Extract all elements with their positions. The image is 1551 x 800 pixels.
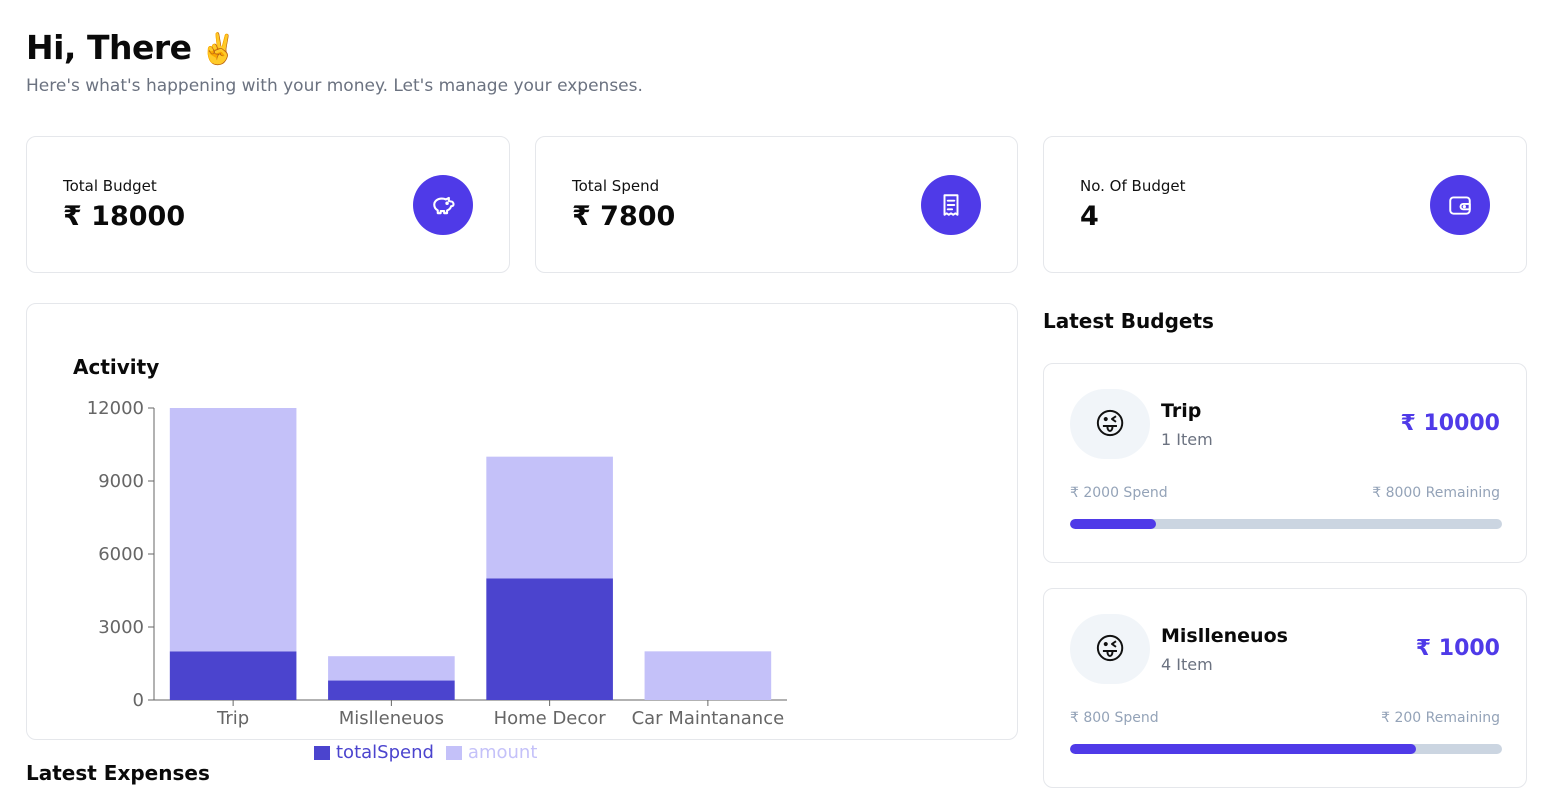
budget-card-trip[interactable]: 😜 Trip 1 Item ₹ 10000 ₹ 2000 Spend ₹ 800…: [1043, 363, 1527, 563]
budget-progress-track: [1070, 744, 1502, 754]
stat-card-number-of-budgets: No. Of Budget 4: [1043, 136, 1527, 273]
bar-amount-0: [169, 408, 297, 652]
bar-amount-2: [486, 456, 613, 579]
stat-label: Total Spend: [572, 177, 660, 195]
bar-amount-3: [644, 651, 772, 700]
legend-label: totalSpend: [336, 742, 434, 763]
victory-hand-icon: ✌️: [199, 32, 237, 67]
bar-totalSpend-0: [169, 651, 297, 700]
legend-swatch: [445, 745, 462, 760]
bar-totalSpend-2: [486, 578, 613, 700]
activity-bar-chart: 0 3000 6000 9000 12000 Trip Mislleneuos Home De…: [87, 398, 787, 729]
activity-card: Activity 0 3000 6000 9000 12000 Trip Mislleneu…: [26, 303, 1018, 740]
page-subtitle: Here's what's happening with your money.…: [26, 76, 643, 96]
latest-budgets-heading: Latest Budgets: [1043, 309, 1214, 333]
stat-card-total-budget: Total Budget ₹ 18000: [26, 136, 510, 273]
legend-swatch: [314, 745, 330, 760]
legend-label: amount: [467, 742, 538, 763]
y-tick-label: 9000: [98, 471, 144, 492]
budget-item-count: 4 Item: [1161, 655, 1213, 674]
bar-totalSpend-1: [328, 680, 455, 700]
x-tick-label: Home Decor: [494, 708, 607, 729]
y-tick-label: 6000: [98, 544, 144, 565]
budget-emoji-icon: 😜: [1070, 614, 1150, 684]
budget-spend: ₹ 2000 Spend: [1070, 485, 1168, 501]
stat-value: 4: [1080, 201, 1099, 232]
budget-progress-fill: [1070, 519, 1157, 529]
legend-item-total-spend[interactable]: totalSpend: [314, 742, 434, 763]
stat-value: ₹ 18000: [63, 201, 186, 232]
budget-emoji-icon: 😜: [1070, 389, 1150, 459]
budget-spend: ₹ 800 Spend: [1070, 710, 1159, 726]
x-tick-label: Trip: [216, 708, 249, 729]
legend-item-amount[interactable]: amount: [445, 742, 538, 763]
wallet-icon: [1430, 175, 1490, 235]
stat-value: ₹ 7800: [572, 201, 676, 232]
chart-legend: totalSpend amount: [314, 742, 549, 763]
budget-item-count: 1 Item: [1161, 430, 1213, 449]
piggy-bank-icon: [413, 175, 473, 235]
x-tick-label: Mislleneuos: [339, 708, 444, 729]
latest-expenses-heading: Latest Expenses: [26, 761, 210, 785]
receipt-icon: [921, 175, 981, 235]
y-tick-label: 12000: [87, 398, 144, 419]
budget-amount: ₹ 10000: [1400, 411, 1500, 436]
greeting-text: Hi, There: [26, 28, 192, 67]
y-tick-label: 0: [133, 690, 144, 711]
budget-name: Trip: [1161, 400, 1202, 422]
budget-remaining: ₹ 8000 Remaining: [1372, 485, 1500, 501]
stat-label: Total Budget: [63, 177, 157, 195]
y-tick-label: 3000: [98, 617, 144, 638]
budget-amount: ₹ 1000: [1415, 636, 1500, 661]
budget-card-mislleneuos[interactable]: 😜 Mislleneuos 4 Item ₹ 1000 ₹ 800 Spend …: [1043, 588, 1527, 788]
budget-progress-fill: [1070, 744, 1416, 754]
budget-remaining: ₹ 200 Remaining: [1381, 710, 1500, 726]
budget-progress-track: [1070, 519, 1502, 529]
budget-name: Mislleneuos: [1161, 625, 1288, 647]
x-tick-label: Car Maintanance: [632, 708, 785, 729]
stat-label: No. Of Budget: [1080, 177, 1186, 195]
bar-amount-1: [328, 656, 455, 681]
stat-card-total-spend: Total Spend ₹ 7800: [535, 136, 1018, 273]
page-title: Hi, There ✌️: [26, 28, 237, 67]
